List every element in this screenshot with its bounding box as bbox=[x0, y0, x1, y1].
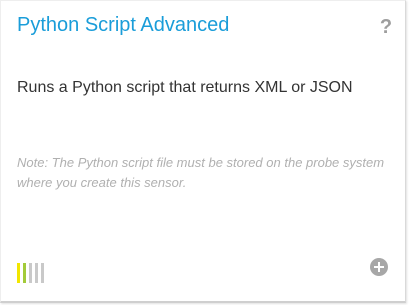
performance-bar-5 bbox=[41, 263, 44, 283]
performance-bar-2 bbox=[23, 263, 26, 283]
card-title: Python Script Advanced bbox=[17, 14, 230, 36]
add-circle-icon[interactable] bbox=[370, 258, 388, 276]
performance-bar-1 bbox=[17, 263, 20, 283]
card-description: Runs a Python script that returns XML or… bbox=[17, 79, 353, 96]
performance-bar-4 bbox=[35, 263, 38, 283]
help-icon[interactable]: ? bbox=[377, 14, 395, 40]
sensor-card[interactable]: Python Script Advanced ? Runs a Python s… bbox=[0, 0, 406, 303]
performance-bar-3 bbox=[29, 263, 32, 283]
performance-indicator bbox=[17, 263, 44, 283]
card-note: Note: The Python script file must be sto… bbox=[17, 155, 385, 190]
